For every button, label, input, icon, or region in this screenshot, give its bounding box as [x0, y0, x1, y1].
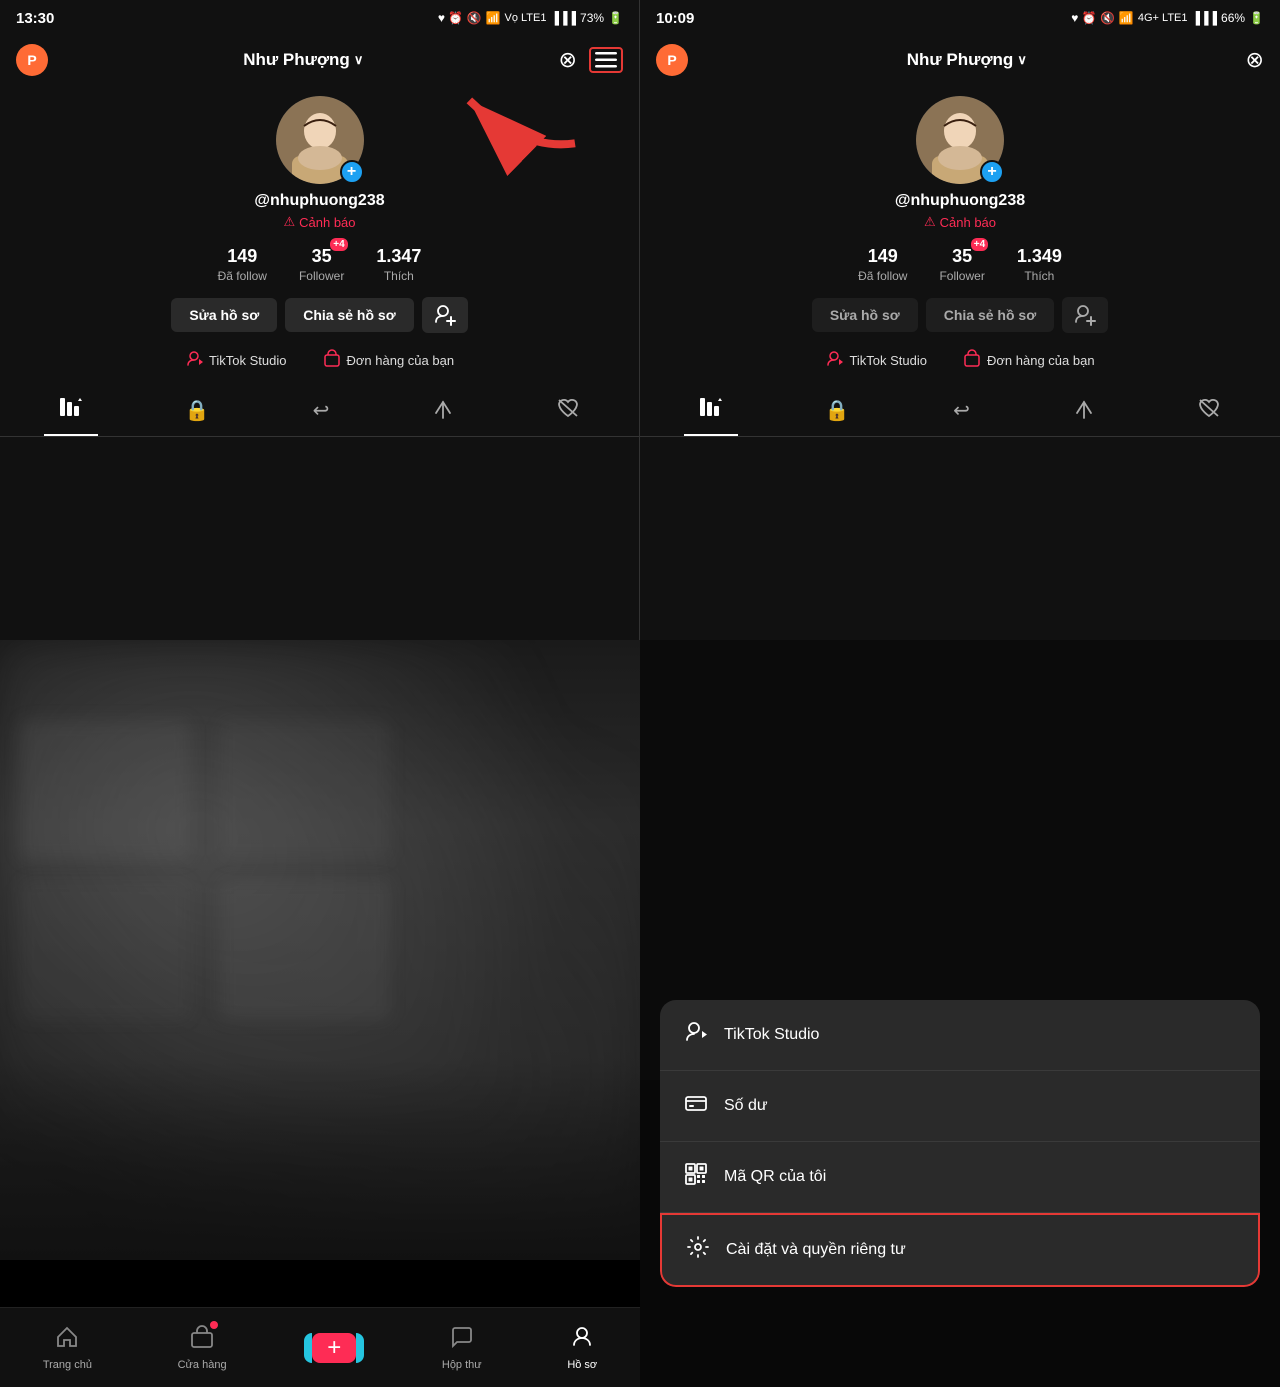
share-profile-button-right[interactable]: Chia sẻ hồ sơ [926, 298, 1054, 332]
stat-follower-right[interactable]: 35 +4 Follower [939, 246, 984, 283]
nav-title-right[interactable]: Như Phượng ∨ [907, 50, 1027, 70]
tab-videos-left[interactable] [44, 388, 98, 436]
right-panel: 10:09 ♥ ⏰ 🔇 📶 4G+ LTE1 ▐▐▐ 66% 🔋 P Như P… [640, 0, 1280, 640]
stats-left: 149 Đã follow 35 +4 Follower 1.347 Thích [218, 246, 422, 283]
left-panel: 13:30 ♥ ⏰ 🔇 📶 Vọ LTE1 ▐▐▐ 73% 🔋 P Như Ph… [0, 0, 640, 640]
nav-title-left[interactable]: Như Phượng ∨ [243, 50, 363, 70]
nav-icons-left: ⊗ [559, 47, 623, 73]
nav-avatar-right[interactable]: P [656, 44, 688, 76]
dropdown-settings[interactable]: Cài đặt và quyền riêng tư [660, 1213, 1260, 1287]
dropdown-menu: TikTok Studio Số dư [660, 1000, 1260, 1287]
tab-tagged-right[interactable] [1057, 388, 1111, 436]
profile-section-left: + @nhuphuong238 ⚠ Cảnh báo 149 Đã follow… [0, 84, 639, 333]
tiktok-studio-icon [684, 1020, 708, 1050]
action-buttons-right: Sửa hồ sơ Chia sẻ hồ sơ [812, 297, 1108, 333]
warning-right: ⚠ Cảnh báo [924, 214, 996, 230]
tab-videos-right[interactable] [684, 388, 738, 436]
add-friend-button-right[interactable] [1062, 297, 1108, 333]
add-follow-button-left[interactable]: + [340, 160, 364, 184]
username-right: @nhuphuong238 [895, 192, 1025, 210]
nav-avatar-left[interactable]: P [16, 44, 48, 76]
left-video-area [0, 640, 640, 1260]
dropdown-tiktok-studio[interactable]: TikTok Studio [660, 1000, 1260, 1071]
nav-home[interactable]: Trang chủ [43, 1325, 92, 1371]
nav-icons-right: ⊗ [1246, 47, 1264, 73]
share-profile-button-left[interactable]: Chia sẻ hồ sơ [285, 298, 413, 332]
stat-follow-right[interactable]: 149 Đã follow [858, 246, 907, 283]
tab-repost-right[interactable]: ↩ [937, 388, 986, 436]
follower-badge-right: +4 [971, 238, 988, 251]
balance-icon [684, 1091, 708, 1121]
create-button[interactable]: + [312, 1333, 356, 1363]
stat-likes-right[interactable]: 1.349 Thích [1017, 246, 1062, 283]
tab-private-right[interactable]: 🔒 [809, 388, 866, 436]
nav-inbox[interactable]: Hộp thư [442, 1325, 482, 1371]
links-row-left: TikTok Studio Đơn hàng của bạn [0, 349, 639, 372]
tab-liked-right[interactable] [1182, 388, 1236, 436]
status-bar-left: 13:30 ♥ ⏰ 🔇 📶 Vọ LTE1 ▐▐▐ 73% 🔋 [0, 0, 639, 36]
messages-icon-right[interactable]: ⊗ [1246, 47, 1264, 73]
stat-likes-left[interactable]: 1.347 Thích [376, 246, 421, 283]
top-nav-right: P Như Phượng ∨ ⊗ [640, 36, 1280, 84]
nav-shop[interactable]: Cửa hàng [178, 1325, 227, 1371]
right-dropdown-area: TikTok Studio Số dư [640, 640, 1280, 1387]
avatar-container-right: + [916, 96, 1004, 184]
tiktok-studio-link-right[interactable]: TikTok Studio [825, 349, 927, 372]
tab-repost-left[interactable]: ↩ [297, 388, 346, 436]
status-icons-left: ♥ ⏰ 🔇 📶 Vọ LTE1 ▐▐▐ 73% 🔋 [438, 11, 623, 25]
add-follow-button-right[interactable]: + [980, 160, 1004, 184]
nav-create[interactable]: + [312, 1333, 356, 1363]
edit-profile-button-right[interactable]: Sửa hồ sơ [812, 298, 918, 332]
orders-link-right[interactable]: Đơn hàng của bạn [963, 349, 1095, 372]
edit-profile-button-left[interactable]: Sửa hồ sơ [171, 298, 277, 332]
profile-section-right: + @nhuphuong238 ⚠ Cảnh báo 149 Đã follow… [640, 84, 1280, 333]
status-bar-right: 10:09 ♥ ⏰ 🔇 📶 4G+ LTE1 ▐▐▐ 66% 🔋 [640, 0, 1280, 36]
settings-icon [686, 1235, 710, 1265]
status-time-right: 10:09 [656, 10, 694, 27]
tab-private-left[interactable]: 🔒 [169, 388, 226, 436]
bottom-navigation: Trang chủ Cửa hàng + Hộp thư [0, 1307, 640, 1387]
follower-badge-left: +4 [330, 238, 347, 251]
stat-follow-left[interactable]: 149 Đã follow [218, 246, 267, 283]
tab-tagged-left[interactable] [416, 388, 470, 436]
username-left: @nhuphuong238 [254, 192, 384, 210]
stats-right: 149 Đã follow 35 +4 Follower 1.349 Thích [858, 246, 1062, 283]
dropdown-qr[interactable]: Mã QR của tôi [660, 1142, 1260, 1213]
links-row-right: TikTok Studio Đơn hàng của bạn [640, 349, 1280, 372]
dropdown-balance[interactable]: Số dư [660, 1071, 1260, 1142]
top-nav-left: P Như Phượng ∨ ⊗ [0, 36, 639, 84]
status-time-left: 13:30 [16, 10, 54, 27]
tab-liked-left[interactable] [541, 388, 595, 436]
orders-link-left[interactable]: Đơn hàng của bạn [323, 349, 455, 372]
tab-bar-right: 🔒 ↩ [640, 388, 1280, 437]
tab-bar-left: 🔒 ↩ [0, 388, 639, 437]
add-friend-button-left[interactable] [422, 297, 468, 333]
action-buttons-left: Sửa hồ sơ Chia sẻ hồ sơ [171, 297, 467, 333]
avatar-container-left: + [276, 96, 364, 184]
status-icons-right: ♥ ⏰ 🔇 📶 4G+ LTE1 ▐▐▐ 66% 🔋 [1071, 11, 1264, 25]
nav-profile[interactable]: Hồ sơ [567, 1325, 597, 1371]
stat-follower-left[interactable]: 35 +4 Follower [299, 246, 344, 283]
messages-icon-left[interactable]: ⊗ [559, 47, 577, 73]
hamburger-menu-button-left[interactable] [589, 47, 623, 73]
bottom-area: Trang chủ Cửa hàng + Hộp thư [0, 640, 1280, 1387]
qr-icon [684, 1162, 708, 1192]
warning-left: ⚠ Cảnh báo [283, 214, 355, 230]
tiktok-studio-link-left[interactable]: TikTok Studio [185, 349, 287, 372]
